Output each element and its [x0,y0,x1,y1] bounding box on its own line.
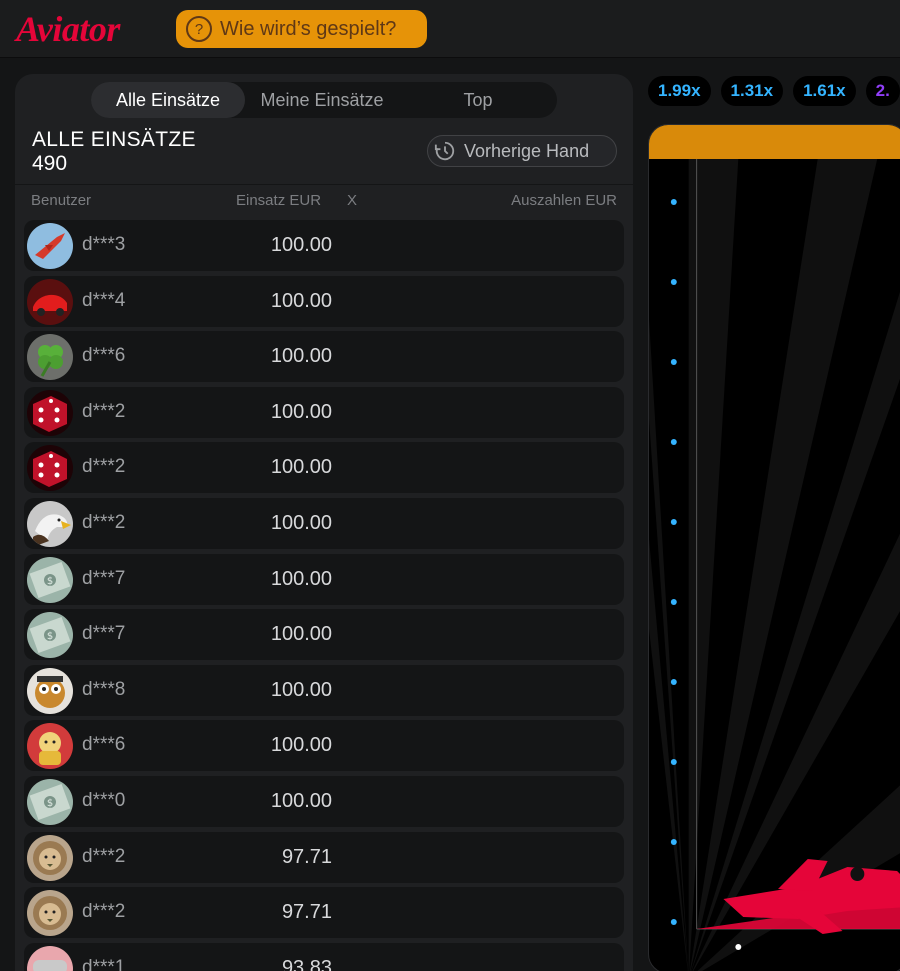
bet-amount: 100.00 [270,234,332,256]
svg-text:$: $ [47,631,53,642]
bet-username: d***7 [82,567,126,589]
bet-amount: 100.00 [270,734,332,757]
bet-username: d***2 [82,400,126,422]
bet-username: d***6 [82,345,126,367]
history-icon [434,141,455,161]
multiplier-history[interactable]: 1.99x 1.31x 1.61x 2. [648,76,900,106]
top-bar: Aviator ? Wie wird’s gespielt? [0,0,900,58]
bet-row: d***8 100.00 [24,664,624,716]
tab-all-bets[interactable]: Alle Einsätze [91,82,245,118]
bet-row: d***2 100.00 [24,386,624,438]
bet-username: d***7 [82,623,126,645]
bet-row: d***1 93.83 [24,942,624,971]
avatar [27,945,73,971]
avatar [27,334,73,381]
avatar: $ [27,556,73,603]
bet-username: d***2 [82,901,126,923]
bet-username: d***0 [82,789,126,811]
bet-row: $ d***0 100.00 [24,775,624,827]
bet-row: d***4 100.00 [24,275,624,327]
column-header-bet: Einsatz EUR [236,192,322,209]
bet-username: d***2 [82,845,126,867]
multiplier-chip[interactable]: 1.61x [793,76,856,106]
multiplier-chip[interactable]: 1.31x [720,76,784,106]
bet-amount: 93.83 [281,956,332,971]
how-to-play-button[interactable]: ? Wie wird’s gespielt? [176,10,427,48]
bet-username: d***6 [82,734,126,756]
column-header-user: Benutzer [31,192,92,209]
all-bets-count: 490 [32,152,68,175]
tab-my-bets[interactable]: Meine Einsätze [245,82,399,118]
bet-amount: 97.71 [281,845,332,868]
avatar [27,834,73,881]
bet-row: d***6 100.00 [24,720,624,772]
bet-amount: 100.00 [270,623,332,646]
bet-row: $ d***7 100.00 [24,553,624,605]
bet-amount: 100.00 [270,789,332,812]
game-header-bar [649,125,900,159]
bet-row: d***2 100.00 [24,497,624,549]
panel-divider [15,184,633,185]
bet-row: $ d***7 100.00 [24,609,624,661]
bet-amount: 100.00 [270,567,332,590]
svg-text:$: $ [47,576,53,587]
bet-username: d***2 [82,511,126,533]
bet-username: d***2 [82,456,126,478]
avatar [27,500,73,547]
bet-amount: 100.00 [270,345,332,368]
bets-list: d***3 100.00 d***4 100.00 d***6 100.00 d***2 10… [24,220,624,971]
avatar [27,445,73,492]
bet-username: d***3 [82,234,126,255]
bets-panel: Alle Einsätze Meine Einsätze Top ALLE EI… [15,74,633,971]
previous-hand-button[interactable]: Vorherige Hand [427,135,617,167]
bet-row: d***3 100.00 [24,220,624,271]
tab-top[interactable]: Top [399,82,557,118]
bets-tabs: Alle Einsätze Meine Einsätze Top [91,82,557,118]
bet-row: d***2 97.71 [24,831,624,883]
bet-amount: 100.00 [270,511,332,534]
aviator-logo: Aviator [16,9,120,49]
avatar [27,223,73,269]
avatar [27,389,73,436]
column-header-payout: Auszahlen EUR [511,192,617,209]
avatar [27,723,73,770]
bet-username: d***4 [82,289,126,311]
avatar: $ [27,612,73,659]
bet-username: d***8 [82,678,126,700]
x-axis-dot [735,944,742,950]
svg-text:$: $ [47,798,53,809]
bet-amount: 100.00 [270,289,332,312]
avatar [27,890,73,937]
bet-username: d***1 [82,956,126,971]
bet-row: d***2 97.71 [24,887,624,939]
game-canvas [648,124,900,971]
previous-hand-label: Vorherige Hand [464,140,590,161]
bet-amount: 100.00 [270,678,332,701]
how-to-play-label: Wie wird’s gespielt? [220,17,397,40]
bet-amount: 97.71 [281,901,332,924]
all-bets-title: ALLE EINSÄTZE [32,128,196,151]
bet-row: d***6 100.00 [24,331,624,383]
avatar [27,667,73,714]
flight-area [649,159,900,971]
multiplier-chip[interactable]: 2. [865,76,900,106]
question-icon: ? [186,16,212,42]
sun-rays [649,159,900,971]
multiplier-chip[interactable]: 1.99x [648,76,711,106]
column-header-multiplier: X [347,192,358,209]
bet-amount: 100.00 [270,400,332,423]
avatar [27,278,73,325]
bet-amount: 100.00 [270,456,332,479]
avatar: $ [27,778,73,825]
bet-row: d***2 100.00 [24,442,624,494]
